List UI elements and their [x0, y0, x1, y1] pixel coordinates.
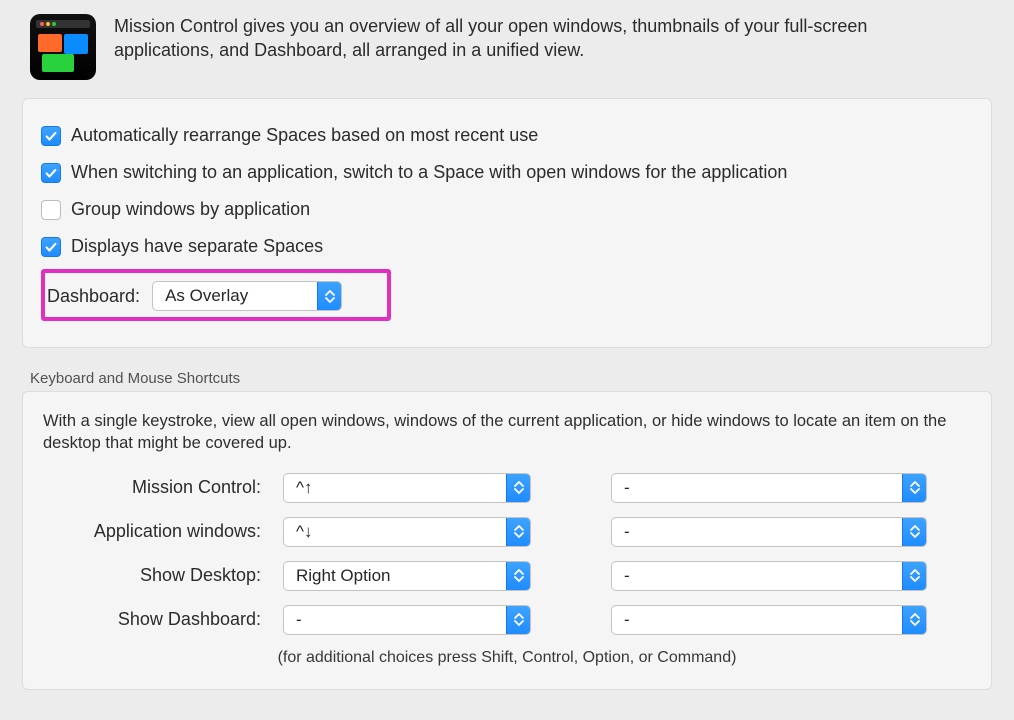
- header-description: Mission Control gives you an overview of…: [114, 14, 968, 63]
- show-dashboard-mouse-select[interactable]: -: [611, 605, 927, 635]
- stepper-icon: [506, 474, 530, 502]
- show-desktop-mouse-select[interactable]: -: [611, 561, 927, 591]
- dashboard-label: Dashboard:: [47, 286, 140, 307]
- label-auto-rearrange: Automatically rearrange Spaces based on …: [71, 125, 538, 146]
- mission-control-icon: [30, 14, 96, 80]
- shortcuts-description: With a single keystroke, view all open w…: [43, 410, 971, 455]
- stepper-icon: [902, 606, 926, 634]
- checkbox-group-windows[interactable]: [41, 200, 61, 220]
- select-value: ^↓: [296, 522, 312, 542]
- select-value: -: [296, 610, 302, 630]
- shortcuts-section-title: Keyboard and Mouse Shortcuts: [30, 370, 992, 387]
- options-panel: Automatically rearrange Spaces based on …: [22, 98, 992, 348]
- label-switch-space: When switching to an application, switch…: [71, 162, 787, 183]
- application-windows-keyboard-select[interactable]: ^↓: [283, 517, 531, 547]
- select-value: -: [624, 478, 630, 498]
- row-label: Application windows:: [43, 521, 261, 542]
- shortcuts-footnote: (for additional choices press Shift, Con…: [43, 649, 971, 667]
- checkbox-auto-rearrange[interactable]: [41, 126, 61, 146]
- show-dashboard-keyboard-select[interactable]: -: [283, 605, 531, 635]
- dashboard-select[interactable]: As Overlay: [152, 281, 342, 311]
- shortcut-row-mission-control: Mission Control: ^↑ -: [43, 473, 971, 503]
- stepper-icon: [902, 518, 926, 546]
- option-switch-space-row: When switching to an application, switch…: [41, 154, 973, 191]
- shortcuts-panel: With a single keystroke, view all open w…: [22, 391, 992, 690]
- stepper-icon: [902, 562, 926, 590]
- row-label: Show Desktop:: [43, 565, 261, 586]
- checkbox-separate-spaces[interactable]: [41, 237, 61, 257]
- row-label: Show Dashboard:: [43, 609, 261, 630]
- shortcut-row-show-desktop: Show Desktop: Right Option -: [43, 561, 971, 591]
- select-value: Right Option: [296, 566, 391, 586]
- select-value: -: [624, 566, 630, 586]
- row-label: Mission Control:: [43, 477, 261, 498]
- shortcut-row-show-dashboard: Show Dashboard: - -: [43, 605, 971, 635]
- mission-control-mouse-select[interactable]: -: [611, 473, 927, 503]
- stepper-icon: [902, 474, 926, 502]
- select-value: ^↑: [296, 478, 312, 498]
- select-value: -: [624, 522, 630, 542]
- dashboard-row-highlight: Dashboard: As Overlay: [41, 269, 391, 321]
- show-desktop-keyboard-select[interactable]: Right Option: [283, 561, 531, 591]
- header: Mission Control gives you an overview of…: [22, 14, 992, 80]
- label-group-windows: Group windows by application: [71, 199, 310, 220]
- stepper-icon: [506, 518, 530, 546]
- shortcut-row-application-windows: Application windows: ^↓ -: [43, 517, 971, 547]
- mission-control-keyboard-select[interactable]: ^↑: [283, 473, 531, 503]
- dashboard-select-value: As Overlay: [165, 286, 248, 306]
- stepper-icon: [506, 562, 530, 590]
- option-group-windows-row: Group windows by application: [41, 191, 973, 228]
- checkbox-switch-space[interactable]: [41, 163, 61, 183]
- stepper-icon: [506, 606, 530, 634]
- stepper-icon: [317, 282, 341, 310]
- select-value: -: [624, 610, 630, 630]
- application-windows-mouse-select[interactable]: -: [611, 517, 927, 547]
- label-separate-spaces: Displays have separate Spaces: [71, 236, 323, 257]
- option-separate-spaces-row: Displays have separate Spaces: [41, 228, 973, 265]
- option-auto-rearrange-row: Automatically rearrange Spaces based on …: [41, 117, 973, 154]
